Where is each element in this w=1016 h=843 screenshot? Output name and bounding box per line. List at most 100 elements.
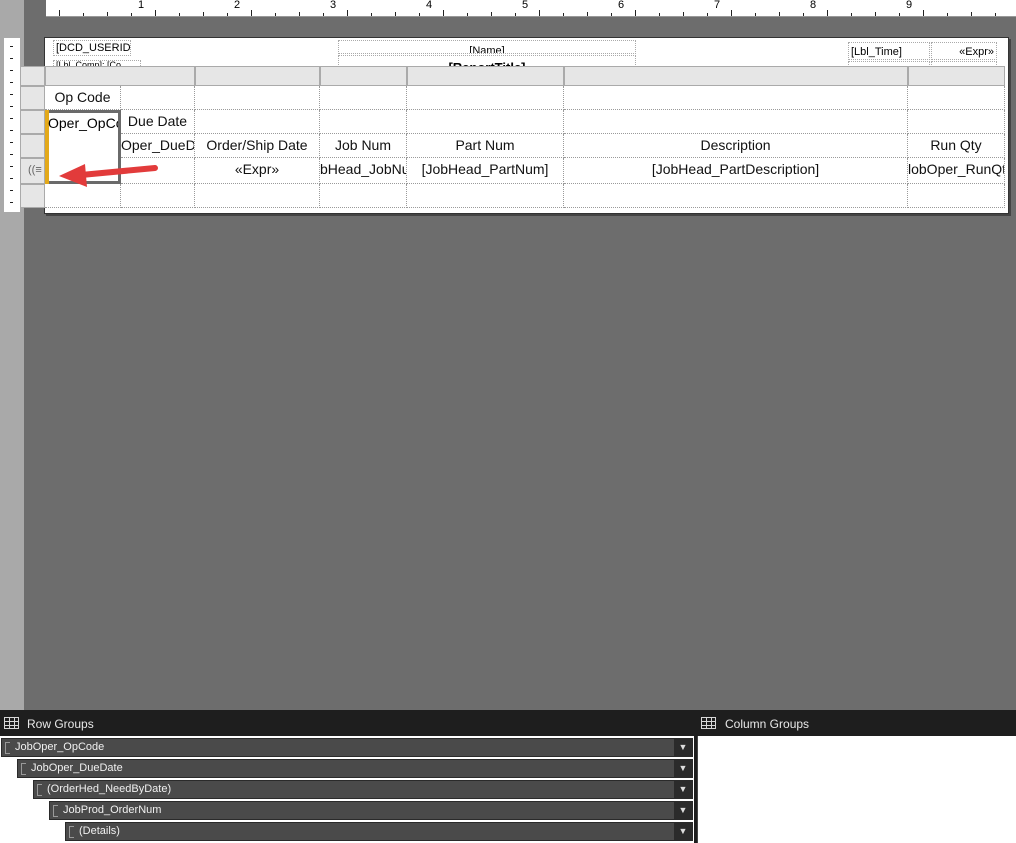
ruler-tick	[59, 10, 60, 16]
ruler-tick	[851, 13, 852, 16]
tablix-cell[interactable]	[564, 86, 908, 110]
column-handle[interactable]	[45, 66, 195, 86]
ruler-tick	[755, 13, 756, 16]
job-num-cell[interactable]: bHead_JobNu	[320, 158, 407, 184]
tablix-cell[interactable]	[407, 184, 564, 208]
tablix-cell[interactable]	[195, 184, 320, 208]
tablix-cell[interactable]	[564, 184, 908, 208]
tablix-cell[interactable]	[121, 86, 195, 110]
ruler-tick	[10, 58, 13, 59]
row-group-label: JobProd_OrderNum	[63, 804, 162, 816]
dropdown-arrow-icon[interactable]: ▼	[674, 802, 692, 819]
row-groups-list: JobOper_OpCode ▼ JobOper_DueDate ▼ (Orde…	[0, 736, 694, 843]
order-ship-date-header[interactable]: Order/Ship Date	[195, 134, 320, 158]
dropdown-arrow-icon[interactable]: ▼	[674, 760, 692, 777]
dropdown-arrow-icon[interactable]: ▼	[674, 823, 692, 840]
column-handle[interactable]	[407, 66, 564, 86]
row-group-item[interactable]: (Details) ▼	[65, 822, 693, 841]
row-handle[interactable]: ((≡	[20, 158, 45, 184]
tablix-cell[interactable]	[320, 184, 407, 208]
ruler-tick	[971, 12, 972, 16]
ruler-number: 2	[233, 0, 241, 11]
ruler-tick	[443, 10, 444, 16]
ruler-tick	[515, 13, 516, 16]
tablix-cell[interactable]	[564, 110, 908, 134]
part-num-header[interactable]: Part Num	[407, 134, 564, 158]
tablix-cell[interactable]	[195, 86, 320, 110]
ruler-tick	[707, 13, 708, 16]
ruler-tick	[227, 13, 228, 16]
ruler-tick	[155, 10, 156, 16]
column-handle[interactable]	[195, 66, 320, 86]
tablix-cell[interactable]	[320, 110, 407, 134]
row-handle[interactable]	[20, 134, 45, 158]
run-qty-header[interactable]: Run Qty	[908, 134, 1005, 158]
dropdown-arrow-icon[interactable]: ▼	[674, 739, 692, 756]
ruler-tick	[539, 10, 540, 16]
ruler-tick	[731, 10, 732, 16]
group-bracket-icon	[53, 805, 58, 817]
lbl-time-textbox[interactable]: [Lbl_Time]	[848, 42, 930, 60]
ruler-tick	[10, 82, 13, 83]
row-handle[interactable]	[20, 184, 45, 208]
column-handle[interactable]	[564, 66, 908, 86]
order-ship-date-expr-cell[interactable]: «Expr»	[195, 158, 320, 184]
row-handle[interactable]	[20, 110, 45, 134]
opcode-value: Oper_OpCo	[48, 115, 118, 131]
tablix-cell[interactable]	[908, 86, 1005, 110]
oper-duedate-cell[interactable]: Oper_DueD	[121, 134, 195, 158]
group-bracket-icon	[5, 742, 10, 754]
ruler-tick	[395, 12, 396, 16]
row-group-item[interactable]: JobProd_OrderNum ▼	[49, 801, 693, 820]
ruler-tick	[995, 13, 996, 16]
tablix-cell[interactable]	[195, 110, 320, 134]
tablix-cell[interactable]	[320, 86, 407, 110]
row-group-item[interactable]: JobOper_DueDate ▼	[17, 759, 693, 778]
ruler-tick	[947, 13, 948, 16]
tablix-cell[interactable]	[407, 110, 564, 134]
ruler-tick	[923, 10, 924, 16]
row-groups-title: Row Groups	[27, 717, 94, 731]
op-code-header-cell[interactable]: Op Code	[45, 86, 121, 110]
row-handle[interactable]	[20, 86, 45, 110]
row-group-label: JobOper_OpCode	[15, 741, 105, 753]
row-group-label: (OrderHed_NeedByDate)	[47, 783, 172, 795]
tablix-cell[interactable]	[908, 110, 1005, 134]
ruler-tick	[10, 94, 13, 95]
row-group-item[interactable]: JobOper_OpCode ▼	[1, 738, 693, 757]
part-num-cell[interactable]: [JobHead_PartNum]	[407, 158, 564, 184]
tablix-cell[interactable]	[908, 184, 1005, 208]
ruler-tick	[10, 106, 13, 107]
userid-textbox[interactable]: [DCD_USERID	[53, 40, 131, 56]
ruler-tick	[83, 13, 84, 16]
horizontal-ruler: 1 2 3 4 5 6 7 8 9	[46, 0, 1016, 17]
ruler-tick	[875, 12, 876, 16]
ruler-tick	[587, 12, 588, 16]
ruler-tick	[10, 142, 13, 143]
group-bracket-icon	[69, 826, 74, 838]
due-date-header-cell[interactable]: Due Date	[121, 110, 195, 134]
tablix[interactable]: ((≡ Op Code Due Date Oper_DueD Order/Shi…	[20, 66, 1005, 208]
tablix-cell[interactable]	[407, 86, 564, 110]
ruler-tick	[251, 10, 252, 16]
run-qty-cell[interactable]: lobOper_RunQty	[908, 158, 1005, 184]
tablix-corner-handle[interactable]	[20, 66, 45, 86]
description-header[interactable]: Description	[564, 134, 908, 158]
job-num-header[interactable]: Job Num	[320, 134, 407, 158]
ruler-tick	[899, 13, 900, 16]
description-cell[interactable]: [JobHead_PartDescription]	[564, 158, 908, 184]
ruler-tick	[323, 13, 324, 16]
column-handle[interactable]	[320, 66, 407, 86]
ruler-tick	[683, 12, 684, 16]
ruler-tick	[131, 13, 132, 16]
ruler-tick	[107, 12, 108, 16]
column-handle[interactable]	[908, 66, 1005, 86]
vertical-ruler	[4, 38, 20, 212]
ruler-tick	[827, 10, 828, 16]
row-group-item[interactable]: (OrderHed_NeedByDate) ▼	[33, 780, 693, 799]
dropdown-arrow-icon[interactable]: ▼	[674, 781, 692, 798]
grouping-pane: Row Groups Column Groups JobOper_OpCode …	[0, 710, 1016, 843]
time-expr-textbox[interactable]: «Expr»	[931, 42, 997, 60]
name-textbox[interactable]: [Name]	[338, 40, 636, 54]
ruler-tick	[635, 10, 636, 16]
